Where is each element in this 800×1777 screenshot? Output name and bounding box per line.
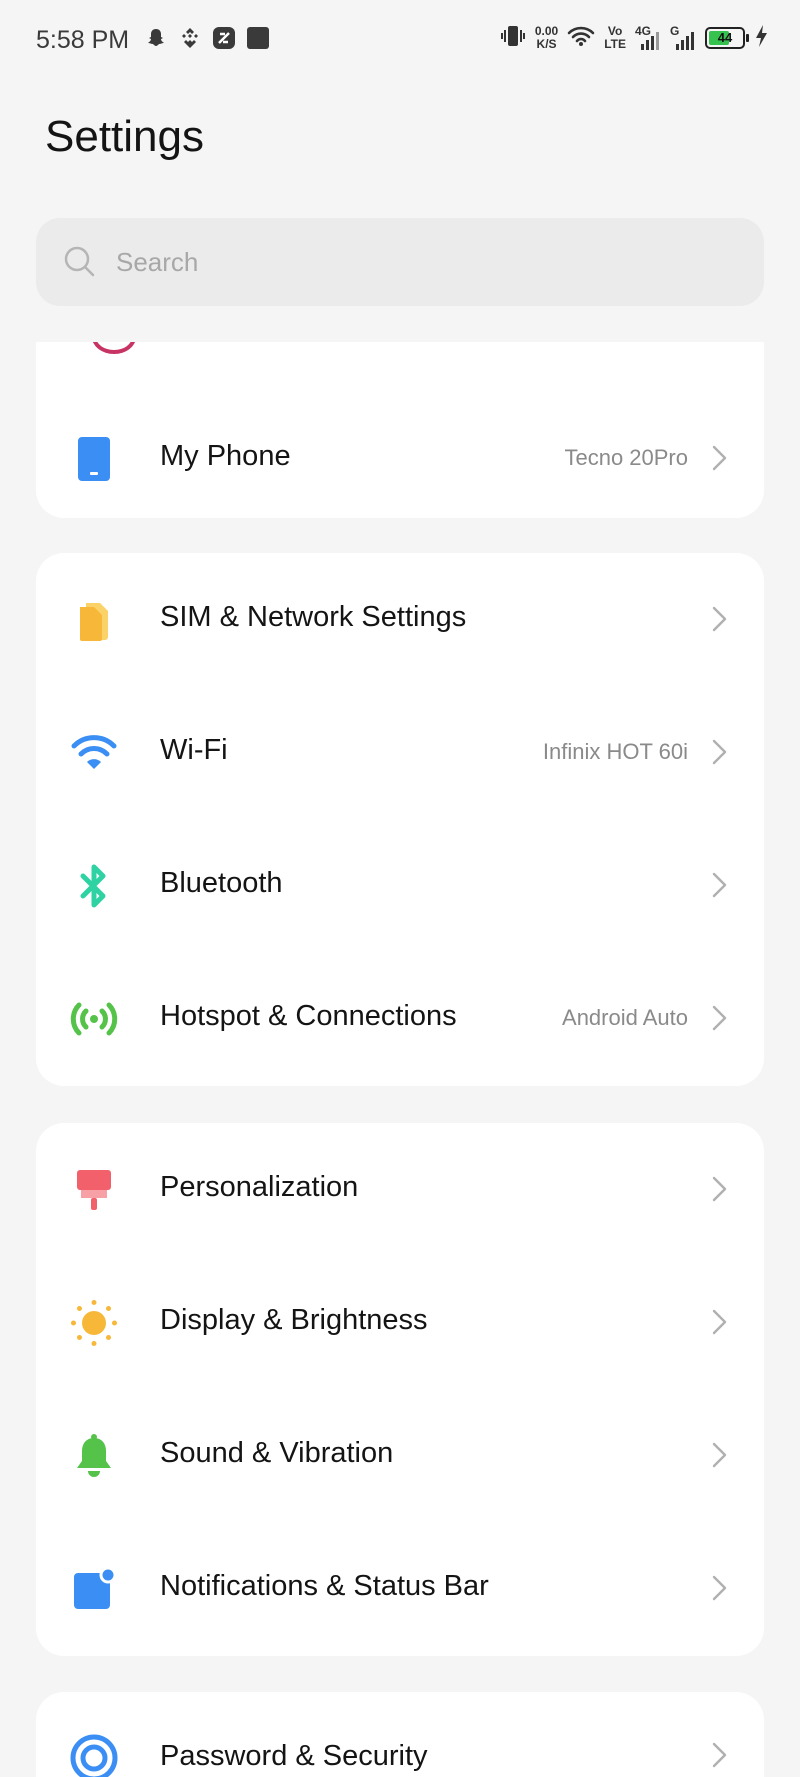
chevron-right-icon [712,1309,728,1340]
bluetooth-icon [68,860,120,912]
binance-icon [178,26,202,50]
setting-label: Notifications & Status Bar [160,1570,489,1602]
status-bar: 5:58 PM 0.00 K/S Vo LTE 4G G 44 [0,0,800,80]
chevron-right-icon [712,1575,728,1606]
speed-unit: K/S [536,37,557,51]
app-icon [212,26,236,50]
bell-icon [68,1430,120,1482]
setting-label: Personalization [160,1171,359,1203]
setting-label: Password & Security [160,1740,428,1772]
signal-4g: 4G [635,22,661,54]
setting-row-display[interactable]: Display & Brightness [36,1256,764,1389]
chevron-right-icon [712,1005,728,1036]
setting-value: Infinix HOT 60i [542,739,688,764]
card-connectivity: SIM & Network Settings Wi-Fi Infinix HOT… [36,553,764,1086]
chevron-right-icon [712,445,728,476]
setting-row-bluetooth[interactable]: Bluetooth [36,819,764,952]
setting-row-my-phone[interactable]: My Phone Tecno 20Pro [36,392,764,518]
search-bar[interactable]: Search [36,218,764,306]
volte-bottom: LTE [604,37,626,51]
setting-label: Display & Brightness [160,1304,428,1336]
wifi-icon [68,727,120,779]
setting-row-notifications[interactable]: Notifications & Status Bar [36,1522,764,1655]
setting-row-wifi[interactable]: Wi-Fi Infinix HOT 60i [36,686,764,819]
chevron-right-icon [712,1176,728,1207]
chevron-right-icon [712,1742,728,1773]
setting-row-sound[interactable]: Sound & Vibration [36,1389,764,1522]
sim-icon [68,594,120,646]
card-security: Password & Security [36,1692,764,1777]
battery-level: 44 [717,30,733,45]
signal-bars-icon [676,32,694,50]
card-device: My Phone Tecno 20Pro [36,342,764,518]
chevron-right-icon [712,739,728,770]
setting-label: Wi-Fi [160,734,228,766]
network-speed: 0.00 K/S [535,25,558,51]
search-icon [62,244,98,285]
setting-row-hotspot[interactable]: Hotspot & Connections Android Auto [36,952,764,1085]
sun-icon [68,1297,120,1349]
setting-label: My Phone [160,440,291,472]
avatar [92,342,136,354]
setting-row-security[interactable]: Password & Security [36,1692,764,1777]
personalization-icon [68,1164,120,1216]
charging-icon [754,24,768,53]
notification-icons [144,26,270,50]
setting-label: SIM & Network Settings [160,601,467,633]
snapchat-icon [144,26,168,50]
chevron-right-icon [712,872,728,903]
battery-indicator: 44 [705,27,749,49]
card-device-settings: Personalization Display & Brightness Sou… [36,1123,764,1656]
security-icon [68,1732,120,1777]
page-title: Settings [45,112,204,161]
setting-label: Bluetooth [160,867,283,899]
phone-icon [68,433,120,485]
hotspot-icon [68,993,120,1045]
chevron-right-icon [712,1442,728,1473]
search-placeholder: Search [116,247,199,277]
wifi-status-icon [567,25,595,52]
status-time: 5:58 PM [36,26,130,54]
setting-value: Android Auto [562,1005,688,1030]
signal-g: G [670,22,696,54]
volte-indicator: Vo LTE [604,25,626,51]
vibrate-icon [500,24,526,53]
chevron-right-icon [712,606,728,637]
setting-row-personalization[interactable]: Personalization [36,1123,764,1256]
setting-label: Sound & Vibration [160,1437,394,1469]
setting-value: Tecno 20Pro [564,445,688,470]
notification-icon [68,1563,120,1615]
square-app-icon [246,26,270,50]
signal-bars-icon [641,32,659,50]
setting-label: Hotspot & Connections [160,1000,457,1032]
setting-row-sim[interactable]: SIM & Network Settings [36,553,764,686]
